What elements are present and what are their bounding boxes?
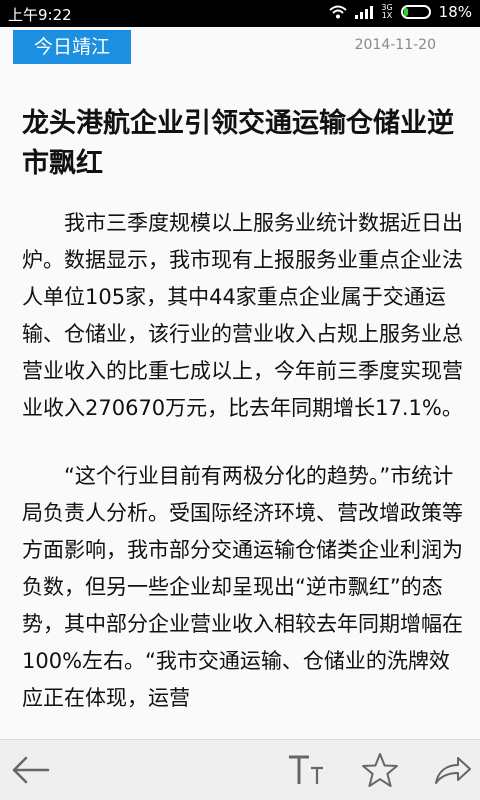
source-badge[interactable]: 今日靖江 [13,30,131,64]
publish-date: 2014-11-20 [354,37,436,53]
status-time: 上午9:22 [8,6,72,24]
share-icon [435,757,471,784]
article-paragraph: 我市三季度规模以上服务业统计数据近日出炉。数据显示，我市现有上报服务业重点企业法… [22,211,463,420]
star-icon [362,753,398,787]
wifi-icon [329,5,348,19]
battery-percent: 18% [438,3,472,21]
signal-icon [355,6,374,19]
font-size-button[interactable] [282,750,332,790]
status-bar: 上午9:22 3G 1X 18% [0,0,480,27]
font-size-icon [289,755,323,784]
status-icons: 3G 1X 18% [329,3,472,21]
share-button[interactable] [428,750,478,790]
article-body[interactable]: 我市三季度规模以上服务业统计数据近日出炉。数据显示，我市现有上报服务业重点企业法… [22,205,464,740]
article-header: 今日靖江 2014-11-20 [0,27,480,67]
article-title: 龙头港航企业引领交通运输仓储业逆市飘红 [22,108,454,179]
battery-fill [403,8,409,16]
back-arrow-icon [12,756,50,784]
network-type: 3G 1X [381,3,393,20]
article-paragraph: “这个行业目前有两极分化的趋势。”市统计局负责人分析。受国际经济环境、营改增政策… [22,464,463,710]
bottom-toolbar [0,739,480,800]
favorite-button[interactable] [355,750,405,790]
back-button[interactable] [5,750,55,790]
battery-icon [400,5,431,19]
